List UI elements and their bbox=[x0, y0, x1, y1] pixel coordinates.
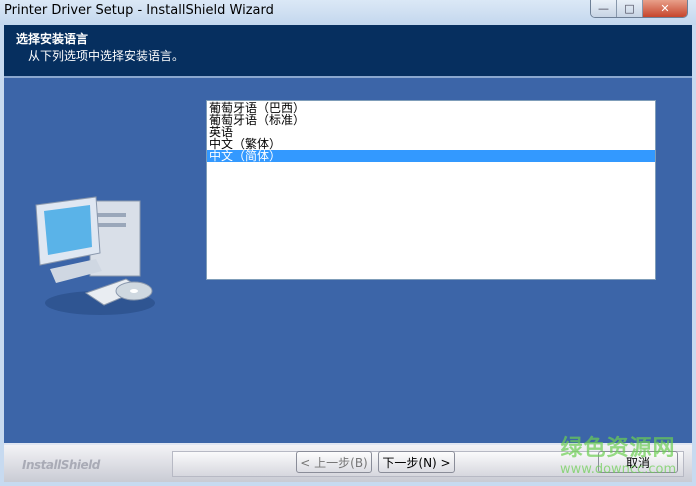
computer-icon bbox=[35, 196, 155, 315]
maximize-button[interactable]: □ bbox=[617, 0, 643, 17]
page-title: 选择安装语言 bbox=[16, 32, 89, 46]
installshield-logo: InstallShield bbox=[22, 458, 100, 472]
close-button[interactable]: ✕ bbox=[643, 0, 687, 17]
next-button[interactable]: 下一步(N) > bbox=[378, 451, 455, 473]
window-title: Printer Driver Setup - InstallShield Wiz… bbox=[4, 3, 274, 18]
language-listbox[interactable]: 葡萄牙语（巴西） 葡萄牙语（标准） 英语 中文（繁体） 中文（简体） bbox=[206, 100, 656, 280]
page-subtitle: 从下列选项中选择安装语言。 bbox=[28, 49, 185, 63]
watermark-url: www.downcc.com bbox=[560, 462, 677, 477]
language-option-selected[interactable]: 中文（简体） bbox=[207, 150, 655, 162]
title-bar: Printer Driver Setup - InstallShield Wiz… bbox=[0, 0, 696, 25]
back-button[interactable]: < 上一步(B) bbox=[296, 451, 372, 473]
wizard-header: 选择安装语言 从下列选项中选择安装语言。 bbox=[4, 25, 692, 78]
wizard-body: 选择安装语言 从下列选项中选择安装语言。 葡萄牙语（巴西） 葡萄牙语（标准） 英… bbox=[4, 25, 692, 482]
watermark: 绿色资源网 www.downcc.com bbox=[560, 430, 676, 477]
language-option[interactable]: 葡萄牙语（标准） bbox=[207, 114, 655, 126]
minimize-button[interactable]: — bbox=[591, 0, 617, 17]
watermark-text: 绿色资源网 bbox=[560, 436, 676, 461]
